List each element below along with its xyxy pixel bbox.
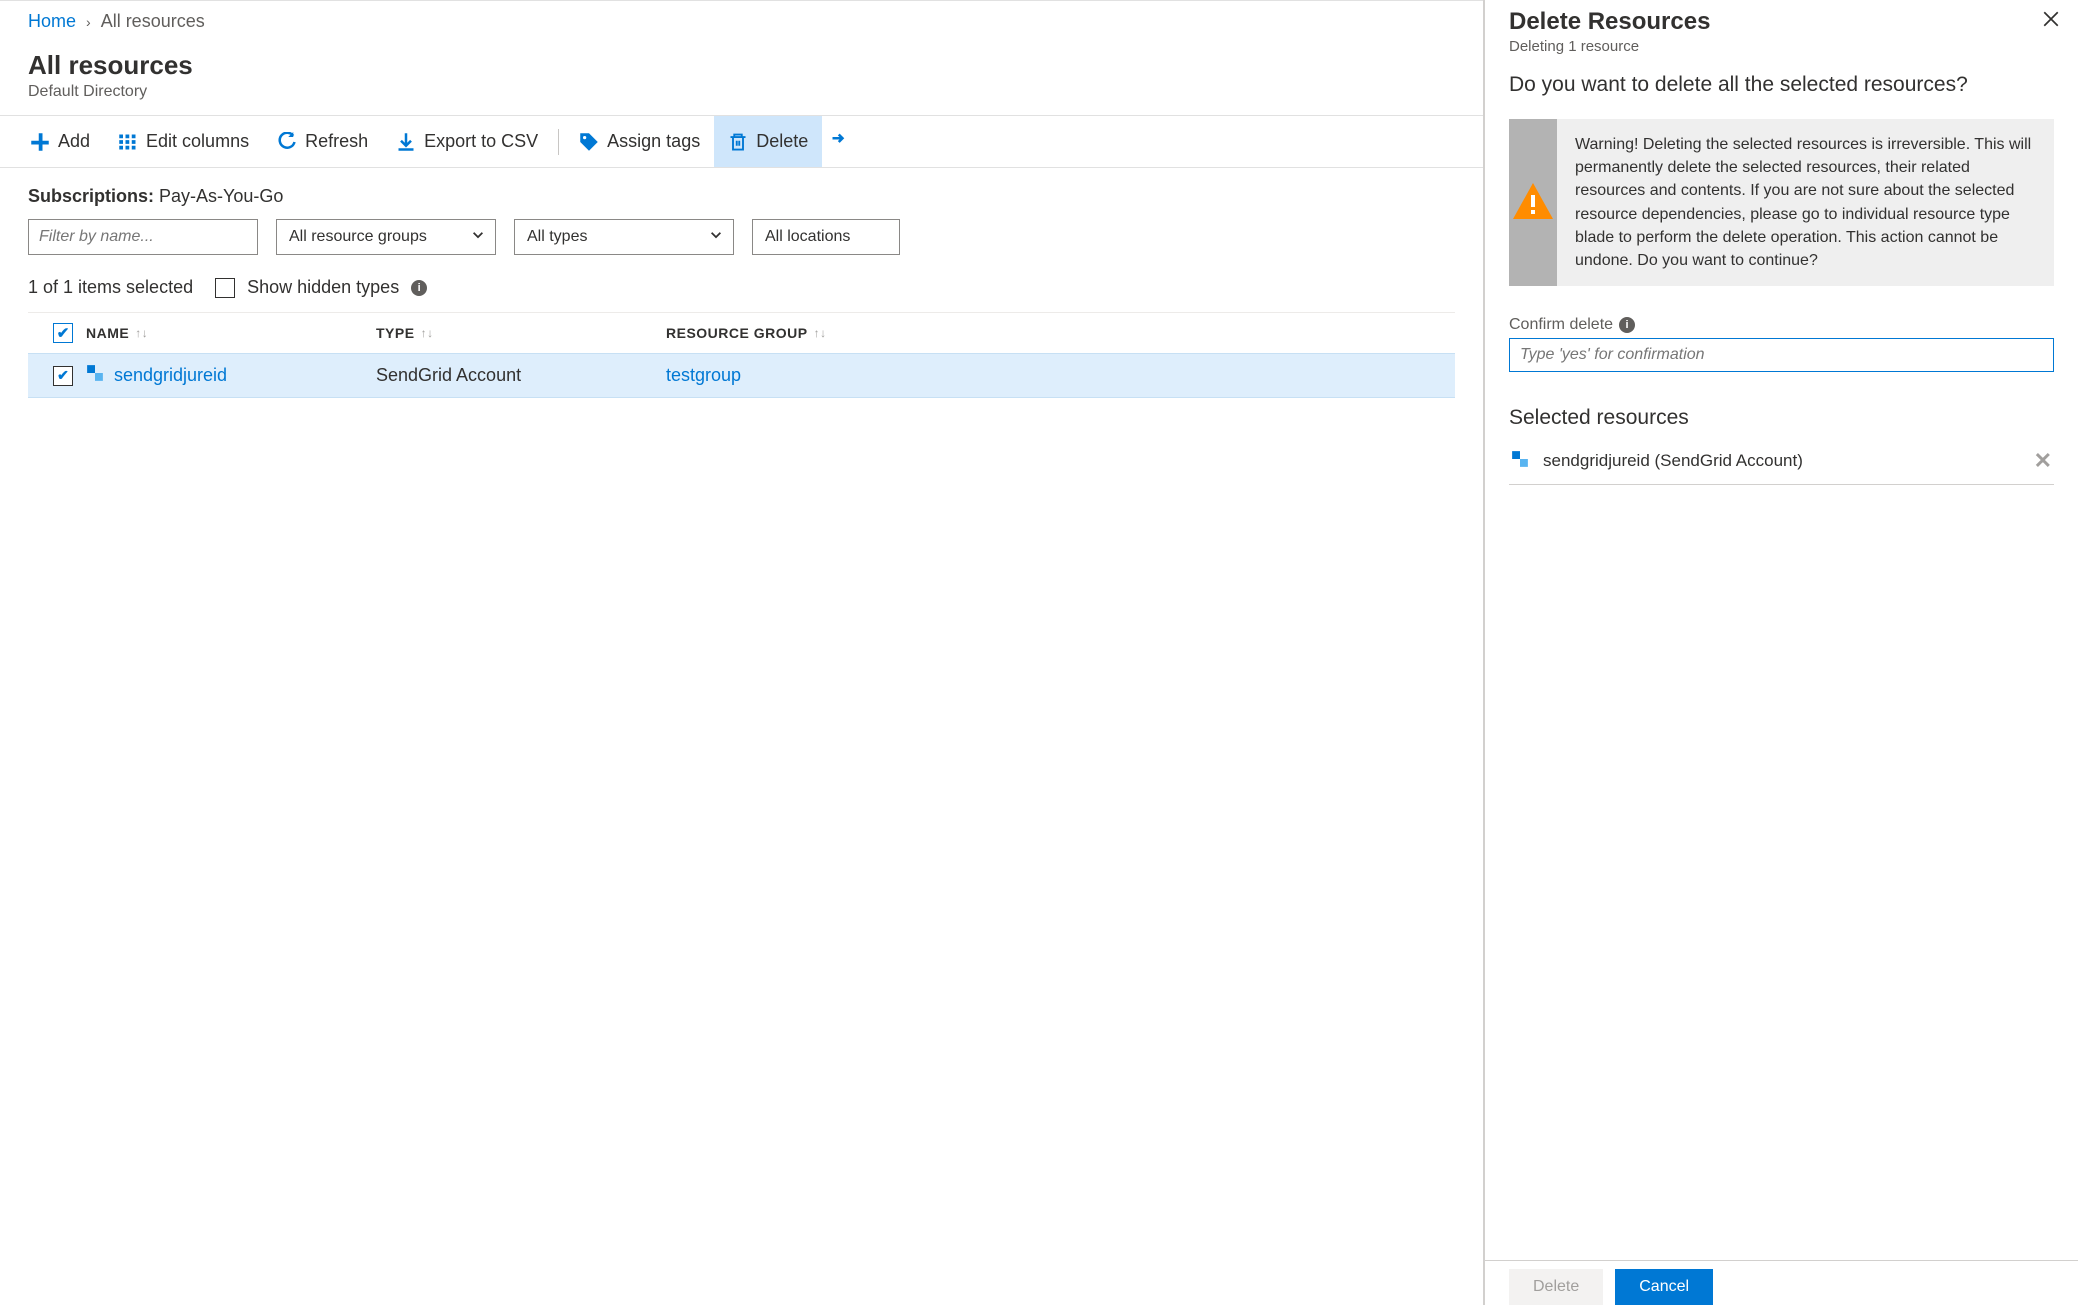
types-value: All types [527,228,587,246]
more-button[interactable] [822,116,858,167]
info-icon[interactable]: i [411,280,427,296]
chevron-down-icon [471,228,485,247]
plus-icon [30,132,50,152]
toolbar: Add Edit columns Refresh Export to CSV A… [0,116,1483,168]
sort-icon: ↑↓ [814,326,827,340]
assign-tags-label: Assign tags [607,131,700,152]
delete-panel: Delete Resources Deleting 1 resource Do … [1483,0,2078,1305]
remove-resource-icon[interactable]: ✕ [2034,448,2052,474]
panel-cancel-button[interactable]: Cancel [1615,1269,1713,1305]
toolbar-separator [558,129,559,155]
tag-icon [579,132,599,152]
selected-count: 1 of 1 items selected [28,277,193,298]
warning-box: Warning! Deleting the selected resources… [1509,119,2054,286]
filter-name-input[interactable] [28,219,258,255]
select-all-checkbox[interactable] [53,323,73,343]
resource-icon [86,364,104,387]
resource-type: SendGrid Account [376,365,666,386]
export-csv-label: Export to CSV [424,131,538,152]
breadcrumb: Home › All resources [0,1,1483,42]
warning-text: Warning! Deleting the selected resources… [1557,119,2054,286]
add-button[interactable]: Add [16,116,104,167]
selected-resource-name: sendgridjureid (SendGrid Account) [1543,451,1803,471]
add-label: Add [58,131,90,152]
selected-resources-title: Selected resources [1509,406,2054,430]
resource-icon [1511,450,1529,473]
edit-columns-label: Edit columns [146,131,249,152]
column-resource-group[interactable]: RESOURCE GROUP↑↓ [666,325,1443,341]
sort-icon: ↑↓ [135,326,148,340]
panel-title: Delete Resources [1509,8,2054,36]
table-header: NAME↑↓ TYPE↑↓ RESOURCE GROUP↑↓ [28,312,1455,353]
close-icon[interactable] [2042,10,2060,33]
info-icon[interactable]: i [1619,317,1635,333]
breadcrumb-separator: › [86,14,91,30]
row-checkbox[interactable] [53,366,73,386]
subscriptions-label: Subscriptions: [28,186,154,206]
resources-table: NAME↑↓ TYPE↑↓ RESOURCE GROUP↑↓ sendgridj… [28,312,1455,398]
confirm-input[interactable] [1509,338,2054,372]
confirm-question: Do you want to delete all the selected r… [1509,73,2054,97]
subscriptions-value: Pay-As-You-Go [159,186,283,206]
confirm-delete-label: Confirm delete i [1509,316,2054,334]
page-subtitle: Default Directory [28,83,1455,101]
locations-select[interactable]: All locations [752,219,900,255]
sort-icon: ↑↓ [421,326,434,340]
refresh-label: Refresh [305,131,368,152]
show-hidden-label: Show hidden types [247,277,399,298]
column-type[interactable]: TYPE↑↓ [376,325,666,341]
chevron-down-icon [709,228,723,247]
export-csv-button[interactable]: Export to CSV [382,116,552,167]
trash-icon [728,132,748,152]
panel-subtitle: Deleting 1 resource [1509,38,2054,55]
panel-delete-button[interactable]: Delete [1509,1269,1603,1305]
delete-label: Delete [756,131,808,152]
breadcrumb-home[interactable]: Home [28,11,76,32]
page-title: All resources [28,50,1455,81]
table-row[interactable]: sendgridjureid SendGrid Account testgrou… [28,353,1455,398]
assign-tags-button[interactable]: Assign tags [565,116,714,167]
resource-name[interactable]: sendgridjureid [114,365,227,386]
show-hidden-checkbox[interactable] [215,278,235,298]
column-name[interactable]: NAME↑↓ [86,325,376,341]
swap-icon [830,132,850,152]
refresh-icon [277,132,297,152]
download-icon [396,132,416,152]
locations-value: All locations [765,228,850,246]
resource-group-link[interactable]: testgroup [666,365,1443,386]
warning-icon [1509,119,1557,286]
resource-groups-select[interactable]: All resource groups [276,219,496,255]
breadcrumb-current: All resources [101,11,205,32]
refresh-button[interactable]: Refresh [263,116,382,167]
columns-icon [118,132,138,152]
subscriptions-line: Subscriptions: Pay-As-You-Go [28,186,1455,207]
types-select[interactable]: All types [514,219,734,255]
edit-columns-button[interactable]: Edit columns [104,116,263,167]
selected-resource-item: sendgridjureid (SendGrid Account) ✕ [1509,438,2054,485]
delete-button[interactable]: Delete [714,116,822,167]
resource-groups-value: All resource groups [289,228,427,246]
